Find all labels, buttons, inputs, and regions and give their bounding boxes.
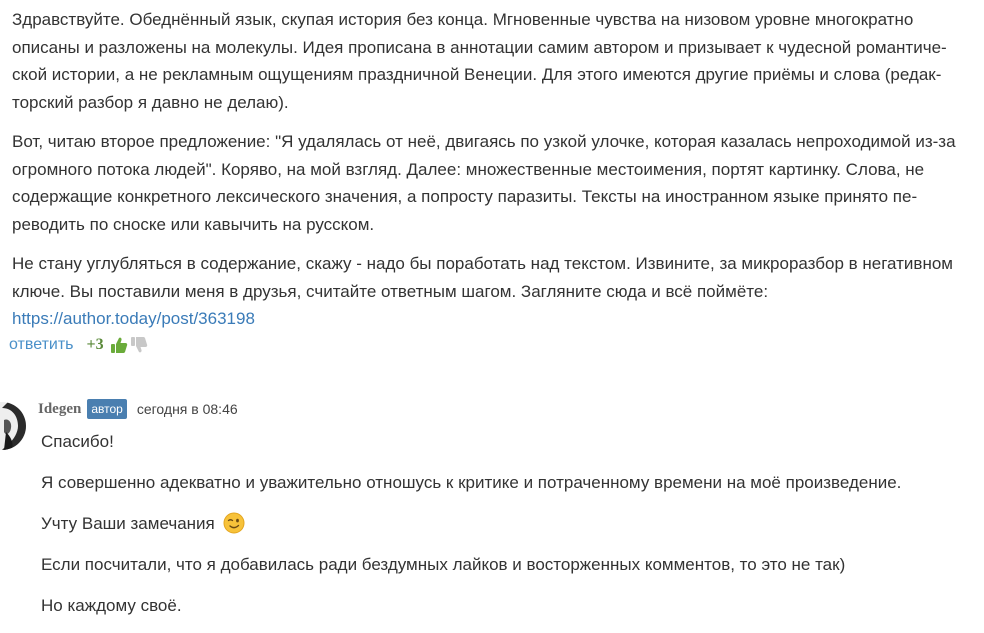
comment-meta: Idegen автор сегодня в 08:46: [38, 398, 238, 420]
comment-paragraph: Спасибо!: [41, 432, 114, 451]
comment-paragraph: Учту Ваши замечания: [41, 510, 971, 551]
author-badge: автор: [87, 399, 127, 419]
thumbs-down-icon[interactable]: [130, 336, 148, 354]
rating-value: +3: [86, 336, 104, 353]
comment-paragraph: Здравствуйте. Обеднённый язык, скупая ис…: [12, 10, 947, 112]
winking-face-icon: [223, 512, 245, 534]
avatar[interactable]: [0, 402, 26, 450]
comment-paragraph-text: Учту Ваши замечания: [41, 514, 215, 533]
comment-body: Спасибо! Я совершенно адекватно и уважит…: [41, 428, 971, 633]
comment-paragraph-text: Не стану углубляться в содержание, скажу…: [12, 254, 953, 301]
comment-date[interactable]: сегодня в 08:46: [137, 401, 238, 417]
author-name[interactable]: Idegen: [38, 401, 81, 418]
comment-paragraph: Но каждому своё.: [41, 596, 182, 615]
comment-paragraph: Вот, читаю второе предложение: "Я удалял…: [12, 132, 956, 234]
comment-body-previous: Здравствуйте. Обеднённый язык, скупая ис…: [12, 6, 972, 345]
thumbs-up-icon[interactable]: [110, 336, 128, 354]
comment-paragraph: Если посчитали, что я добавилась ради бе…: [41, 555, 846, 574]
reply-link[interactable]: ответить: [9, 336, 74, 354]
comment-actions: ответить +3: [9, 334, 150, 356]
comment-paragraph: Я совершенно адекватно и уважительно отн…: [41, 473, 902, 492]
post-link[interactable]: https://author.today/post/363198: [12, 309, 255, 328]
comment-paragraph: Не стану углубляться в содержание, скажу…: [12, 250, 972, 333]
